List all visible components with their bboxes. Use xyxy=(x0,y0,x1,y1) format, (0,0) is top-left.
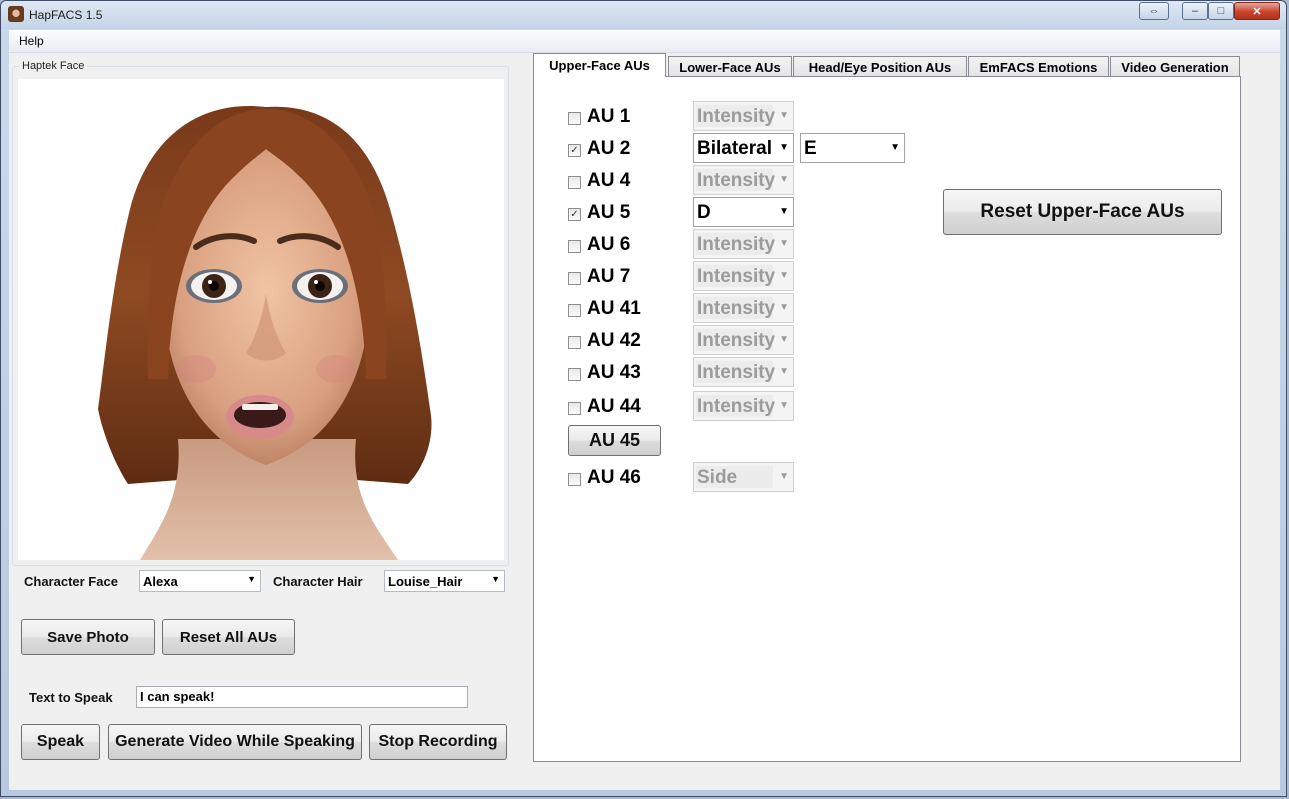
menu-help[interactable]: Help xyxy=(15,34,48,48)
tab-emfacs-emotions[interactable]: EmFACS Emotions xyxy=(968,56,1109,77)
client-area: Help Haptek Face Character Face Alexa ▼ … xyxy=(9,30,1280,790)
au7-label: AU 7 xyxy=(587,266,631,287)
au42-checkbox[interactable] xyxy=(568,336,581,349)
au43-label: AU 43 xyxy=(587,362,641,383)
chevron-down-icon: ▼ xyxy=(779,334,789,345)
au6-label: AU 6 xyxy=(587,234,631,255)
stop-recording-button[interactable]: Stop Recording xyxy=(369,724,507,760)
au41-intensity-select[interactable]: Intensity ▼ xyxy=(693,293,794,323)
au4-intensity-select[interactable]: Intensity ▼ xyxy=(693,165,794,195)
close-button[interactable]: ✕ xyxy=(1234,2,1280,20)
chevron-down-icon: ▼ xyxy=(779,302,789,313)
au1-checkbox[interactable] xyxy=(568,112,581,125)
au5-checkbox[interactable]: ✓ xyxy=(568,208,581,221)
chevron-down-icon: ▼ xyxy=(491,574,500,584)
window-title: HapFACS 1.5 xyxy=(29,8,103,22)
au2-intensity-select[interactable]: E ▼ xyxy=(800,133,905,163)
au43-intensity-select[interactable]: Intensity ▼ xyxy=(693,357,794,387)
au44-intensity-select[interactable]: Intensity ▼ xyxy=(693,391,794,421)
au2-select-value: Bilateral xyxy=(697,138,772,159)
au7-checkbox[interactable] xyxy=(568,272,581,285)
au2-checkbox[interactable]: ✓ xyxy=(568,144,581,157)
au1-label: AU 1 xyxy=(587,106,631,127)
minimize-button[interactable]: – xyxy=(1182,2,1208,20)
tab-video-generation[interactable]: Video Generation xyxy=(1110,56,1240,77)
character-face-value: Alexa xyxy=(143,574,178,589)
menu-bar: Help xyxy=(9,30,1280,53)
character-hair-label: Character Hair xyxy=(273,574,363,589)
au7-intensity-select[interactable]: Intensity ▼ xyxy=(693,261,794,291)
au2-intensity-value: E xyxy=(804,138,817,159)
au41-label: AU 41 xyxy=(587,298,641,319)
au4-label: AU 4 xyxy=(587,170,631,191)
chevron-down-icon: ▼ xyxy=(779,270,789,281)
avatar-face-image xyxy=(98,105,432,560)
save-photo-button[interactable]: Save Photo xyxy=(21,619,155,655)
chevron-down-icon: ▼ xyxy=(779,238,789,249)
chevron-down-icon: ▼ xyxy=(779,471,789,482)
chevron-down-icon: ▼ xyxy=(779,174,789,185)
app-window: HapFACS 1.5 ⇔ – □ ✕ Help Haptek Face Cha… xyxy=(0,0,1287,797)
character-face-label: Character Face xyxy=(24,574,118,589)
title-bar[interactable]: HapFACS 1.5 ⇔ – □ ✕ xyxy=(1,1,1286,29)
maximize-button[interactable]: □ xyxy=(1208,2,1234,20)
chevron-down-icon: ▼ xyxy=(779,142,789,153)
au46-checkbox[interactable] xyxy=(568,473,581,486)
chevron-down-icon: ▼ xyxy=(779,366,789,377)
speak-button[interactable]: Speak xyxy=(21,724,100,760)
tab-head-eye-position-aus[interactable]: Head/Eye Position AUs xyxy=(793,56,967,77)
au44-select-value: Intensity xyxy=(697,396,776,417)
au46-select-value: Side xyxy=(697,467,738,488)
au41-select-value: Intensity xyxy=(697,298,776,319)
tab-upper-face-aus[interactable]: Upper-Face AUs xyxy=(533,53,666,77)
character-hair-dropdown[interactable]: Louise_Hair ▼ xyxy=(384,570,505,592)
app-face-icon xyxy=(8,6,24,22)
au1-intensity-select[interactable]: Intensity ▼ xyxy=(693,101,794,131)
au44-label: AU 44 xyxy=(587,396,641,417)
reset-all-aus-button[interactable]: Reset All AUs xyxy=(162,619,295,655)
au42-label: AU 42 xyxy=(587,330,641,351)
au6-intensity-select[interactable]: Intensity ▼ xyxy=(693,229,794,259)
au46-label: AU 46 xyxy=(587,467,641,488)
text-to-speak-input[interactable]: I can speak! xyxy=(136,686,468,708)
au5-label: AU 5 xyxy=(587,202,631,223)
avatar-face-view[interactable] xyxy=(18,79,504,560)
chevron-down-icon: ▼ xyxy=(779,206,789,217)
au7-select-value: Intensity xyxy=(697,266,776,287)
au45-button[interactable]: AU 45 xyxy=(568,425,661,456)
tab-lower-face-aus[interactable]: Lower-Face AUs xyxy=(668,56,792,77)
au46-side-select[interactable]: Side ▼ xyxy=(693,462,794,492)
au4-checkbox[interactable] xyxy=(568,176,581,189)
au1-select-value: Intensity xyxy=(697,106,776,127)
generate-video-button[interactable]: Generate Video While Speaking xyxy=(108,724,362,760)
au43-select-value: Intensity xyxy=(697,362,776,383)
restore-arrows-icon[interactable]: ⇔ xyxy=(1139,2,1169,20)
au43-checkbox[interactable] xyxy=(568,368,581,381)
au2-side-select[interactable]: Bilateral ▼ xyxy=(693,133,794,163)
character-hair-value: Louise_Hair xyxy=(388,574,463,589)
au2-label: AU 2 xyxy=(587,138,631,159)
au44-checkbox[interactable] xyxy=(568,402,581,415)
chevron-down-icon: ▼ xyxy=(890,142,900,153)
au6-checkbox[interactable] xyxy=(568,240,581,253)
au6-select-value: Intensity xyxy=(697,234,776,255)
au42-intensity-select[interactable]: Intensity ▼ xyxy=(693,325,794,355)
reset-upper-face-aus-button[interactable]: Reset Upper-Face AUs xyxy=(943,189,1222,235)
au41-checkbox[interactable] xyxy=(568,304,581,317)
upper-face-panel: AU 1 Intensity ▼ ✓ AU 2 Bilateral ▼ E ▼ AU … xyxy=(533,76,1241,762)
au4-select-value: Intensity xyxy=(697,170,776,191)
chevron-down-icon: ▼ xyxy=(779,400,789,411)
text-to-speak-label: Text to Speak xyxy=(29,690,113,705)
chevron-down-icon: ▼ xyxy=(779,110,789,121)
haptek-face-group-title: Haptek Face xyxy=(19,60,88,72)
au5-select-value: D xyxy=(697,202,711,223)
au5-intensity-select[interactable]: D ▼ xyxy=(693,197,794,227)
chevron-down-icon: ▼ xyxy=(247,574,256,584)
character-face-dropdown[interactable]: Alexa ▼ xyxy=(139,570,261,592)
au42-select-value: Intensity xyxy=(697,330,776,351)
